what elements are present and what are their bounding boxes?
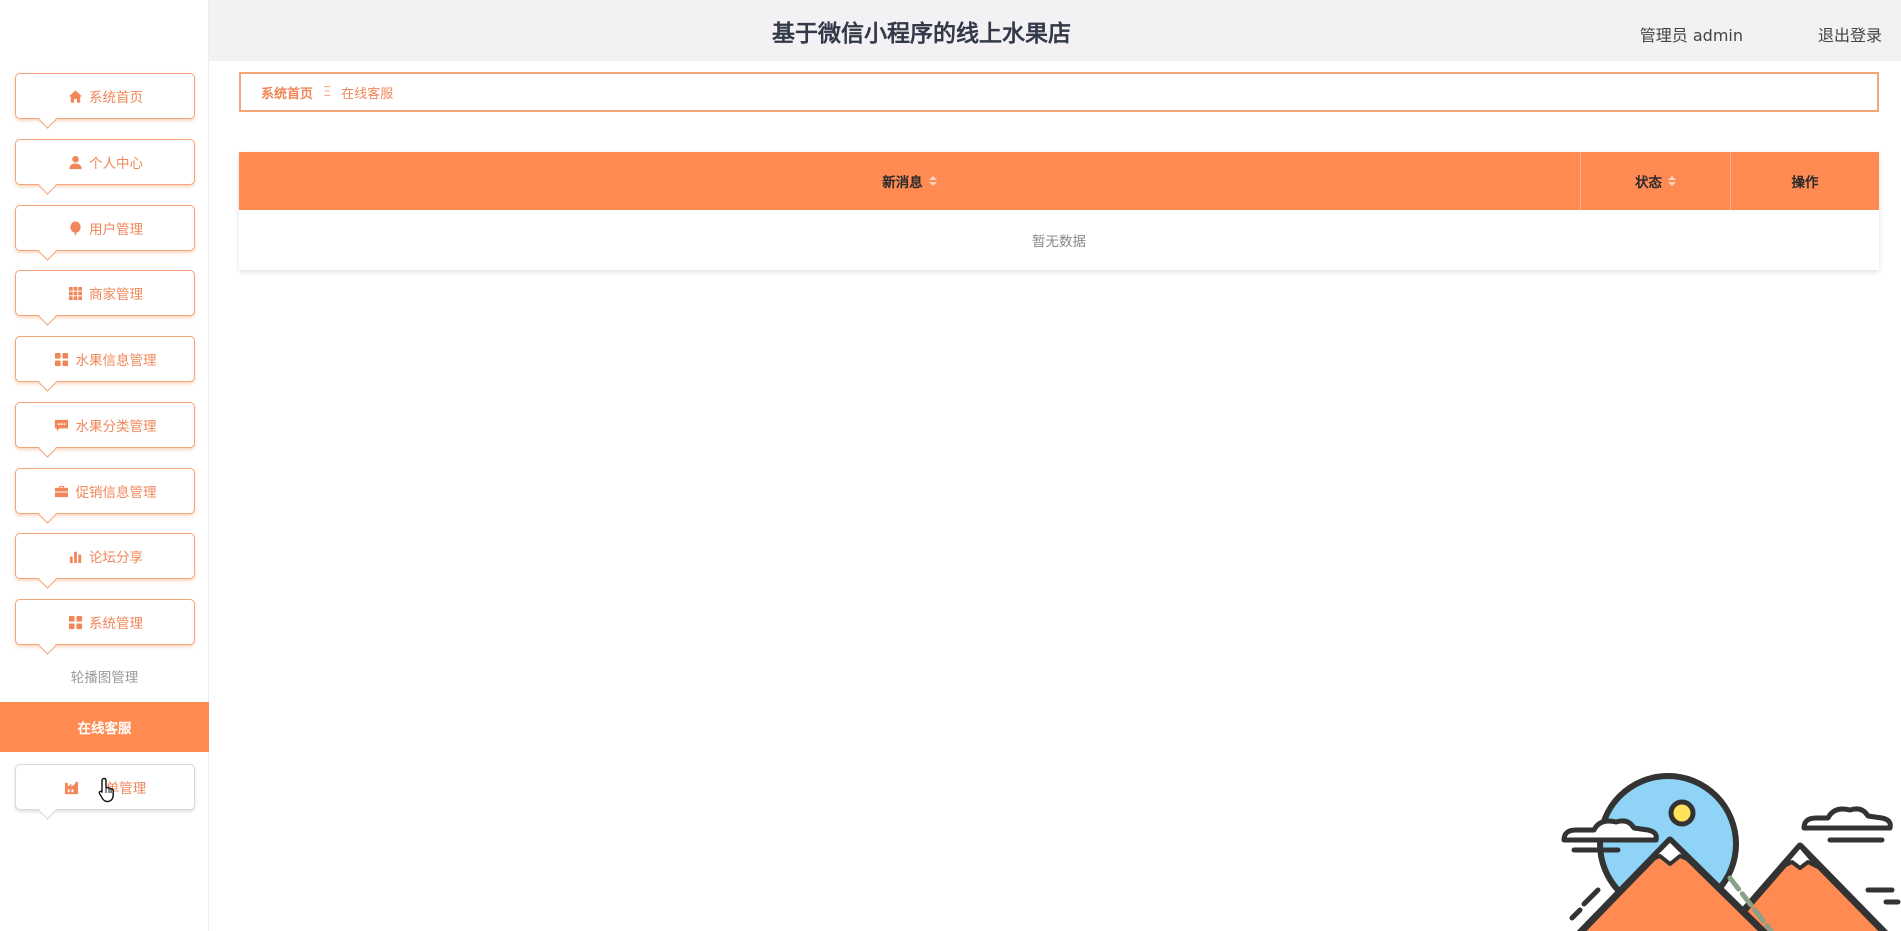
user-icon <box>67 154 83 170</box>
breadcrumb-home-link[interactable]: 系统首页 <box>261 83 313 102</box>
apps-icon <box>54 351 70 367</box>
sidebar-item-label: 水果信息管理 <box>75 353 157 369</box>
apps-icon <box>67 614 83 630</box>
sidebar-item-users[interactable]: 用户管理 <box>15 205 195 251</box>
sidebar-item-label: 促销信息管理 <box>75 485 157 501</box>
page-title: 基于微信小程序的线上水果店 <box>772 20 1071 47</box>
briefcase-icon <box>54 483 70 499</box>
breadcrumb: 系统首页 Ξ 在线客服 <box>239 72 1879 112</box>
balloon-icon <box>67 220 83 236</box>
column-header-actions: 操作 <box>1791 175 1819 191</box>
sort-icon[interactable] <box>928 176 937 186</box>
sidebar-item-fruit-info[interactable]: 水果信息管理 <box>15 336 195 382</box>
sidebar-item-label: 商家管理 <box>89 287 143 303</box>
table-header: 新消息 状态 操作 <box>239 152 1879 210</box>
sidebar-subitem-online-service[interactable]: 在线客服 <box>0 702 209 752</box>
table-empty-text: 暂无数据 <box>1032 234 1086 250</box>
message-icon <box>54 417 70 433</box>
sidebar-item-label: 系统管理 <box>89 616 143 632</box>
current-user-label: 管理员 admin <box>1639 26 1743 45</box>
mouse-pointer-icon <box>98 777 114 803</box>
logout-button[interactable]: 退出登录 <box>1818 22 1882 46</box>
sidebar-subitem-label: 轮播图管理 <box>70 670 139 686</box>
messages-table: 新消息 状态 操作 暂无数据 <box>239 152 1879 270</box>
breadcrumb-separator: Ξ <box>323 84 332 100</box>
sidebar-item-fruit-category[interactable]: 水果分类管理 <box>15 402 195 448</box>
sort-icon[interactable] <box>1668 176 1676 186</box>
sidebar-subitem-carousel[interactable]: 轮播图管理 <box>0 660 209 692</box>
grid-icon <box>67 285 83 301</box>
top-header: 基于微信小程序的线上水果店 管理员 admin 退出登录 <box>209 0 1901 61</box>
sidebar-item-label: 个人中心 <box>89 156 143 172</box>
sidebar-item-system[interactable]: 系统管理 <box>15 599 195 645</box>
column-header-status[interactable]: 状态 <box>1581 152 1731 210</box>
breadcrumb-current: 在线客服 <box>341 86 394 102</box>
sidebar-item-label: 系统首页 <box>89 90 143 106</box>
sidebar-item-label: 水果分类管理 <box>75 419 157 435</box>
sidebar-item-profile[interactable]: 个人中心 <box>15 139 195 185</box>
home-icon <box>67 88 83 104</box>
bar-chart-icon <box>67 548 83 564</box>
sidebar-item-forum[interactable]: 论坛分享 <box>15 533 195 579</box>
factory-icon <box>64 779 80 795</box>
sidebar-item-promotions[interactable]: 促销信息管理 <box>15 468 195 514</box>
column-header-new-message[interactable]: 新消息 <box>239 152 1581 210</box>
sidebar-item-merchants[interactable]: 商家管理 <box>15 270 195 316</box>
sidebar-subitem-label: 在线客服 <box>77 721 132 737</box>
mountains-illustration <box>1561 773 1901 931</box>
sidebar-item-label: 论坛分享 <box>89 550 143 566</box>
sidebar-item-home[interactable]: 系统首页 <box>15 73 195 119</box>
sidebar-item-label: 用户管理 <box>89 222 143 238</box>
